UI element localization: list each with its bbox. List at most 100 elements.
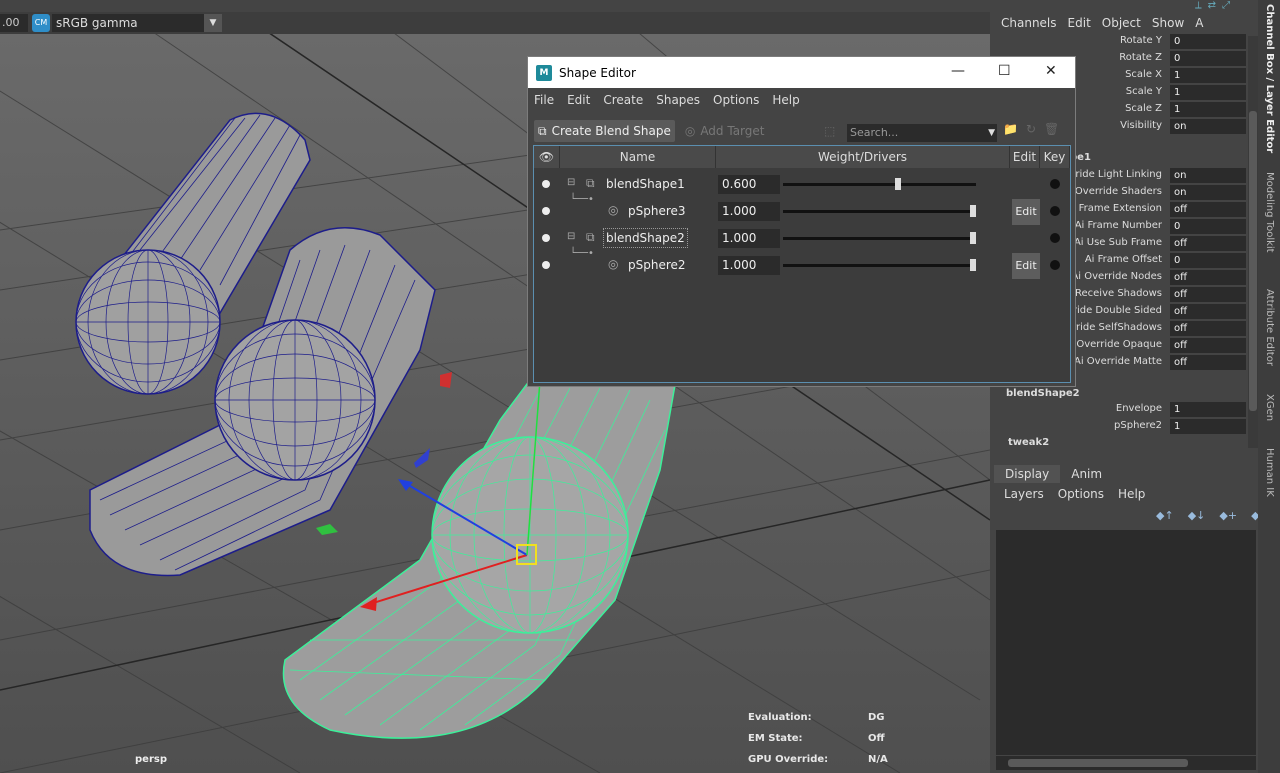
side-tab-attribute-editor[interactable]: Attribute Editor (1258, 280, 1280, 375)
table-row-blendshape2[interactable]: ⊟ ⧉ blendShape2 1.000 (534, 225, 1070, 252)
column-edit[interactable]: Edit (1010, 146, 1040, 168)
edit-target-button[interactable]: Edit (1012, 253, 1040, 279)
visibility-eye-icon[interactable]: 👁 (534, 146, 560, 168)
blend-shape-table: 👁 Name Weight/Drivers Edit Key ⊟ ⧉ blend… (533, 145, 1071, 383)
frame-value-field[interactable]: .00 (0, 14, 28, 32)
add-target-button[interactable]: ◎ Add Target (685, 120, 765, 142)
shape-editor-window[interactable]: M Shape Editor — ☐ ✕ File Edit Create Sh… (527, 56, 1076, 387)
menu-show[interactable]: Show (1152, 16, 1184, 34)
collapse-icon[interactable]: ⊟ (567, 177, 575, 188)
key-button[interactable] (1050, 233, 1060, 243)
channel-box-scrollbar[interactable] (1248, 36, 1258, 448)
weight-slider[interactable] (783, 259, 976, 271)
new-folder-icon[interactable]: 📁 (1003, 122, 1018, 136)
visibility-toggle[interactable] (542, 234, 550, 242)
menu-channels[interactable]: Channels (1001, 16, 1057, 34)
viewport-toolbar: .00 CM sRGB gamma ▼ (0, 0, 990, 34)
channel-row[interactable]: Envelope 1 (990, 402, 1248, 418)
layer-editor-tabs: Display Anim (994, 465, 1113, 483)
menu-options[interactable]: Options (1058, 487, 1104, 501)
visibility-toggle[interactable] (542, 207, 550, 215)
side-tab-channel-box[interactable]: Channel Box / Layer Editor (1258, 4, 1280, 154)
visibility-toggle[interactable] (542, 180, 550, 188)
table-row-blendshape1[interactable]: ⊟ ⧉ blendShape1 0.600 (534, 171, 1070, 198)
layout-icon-3[interactable]: ⤢ (1222, 0, 1230, 11)
channel-row[interactable]: pSphere2 1 (990, 419, 1248, 435)
weight-slider[interactable] (783, 205, 976, 217)
table-row-psphere3[interactable]: └──• ◎ pSphere3 1.000 Edit (534, 194, 1070, 225)
hud-evaluation-label: Evaluation: (748, 712, 812, 723)
tab-display[interactable]: Display (994, 465, 1061, 483)
panel-layout-icons: ⟂ ⇄ ⤢ (1195, 0, 1230, 11)
colormanagement-icon[interactable]: CM (32, 14, 50, 32)
close-button[interactable]: ✕ (1045, 63, 1057, 79)
channel-row[interactable]: Rotate Y0 (990, 34, 1248, 50)
side-tab-human-ik[interactable]: Human IK (1258, 442, 1280, 502)
target-shape-icon: ◎ (608, 203, 619, 217)
weight-slider[interactable] (783, 232, 976, 244)
refresh-icon[interactable]: ↻ (1026, 122, 1036, 136)
side-tab-strip: Channel Box / Layer Editor Modeling Tool… (1258, 0, 1280, 773)
slider-knob[interactable] (970, 205, 976, 217)
maximize-button[interactable]: ☐ (998, 63, 1011, 79)
weight-field[interactable]: 1.000 (718, 256, 780, 275)
edit-target-button[interactable]: Edit (1012, 199, 1040, 225)
hud-evaluation-value: DG (868, 712, 885, 723)
menu-help[interactable]: Help (772, 93, 799, 107)
slider-knob[interactable] (970, 259, 976, 271)
weight-field[interactable]: 1.000 (718, 202, 780, 221)
camera-name: persp (135, 754, 167, 765)
slider-knob[interactable] (895, 178, 902, 190)
tweak2-node-header[interactable]: tweak2 (1008, 437, 1049, 448)
layout-icon-2[interactable]: ⇄ (1208, 0, 1216, 11)
key-button[interactable] (1050, 260, 1060, 270)
menu-object[interactable]: Object (1102, 16, 1141, 34)
layout-icon[interactable]: ⟂ (1195, 0, 1202, 11)
blendshape2-node-header[interactable]: blendShape2 (1006, 388, 1080, 399)
move-layer-down-icon[interactable]: ◆↓ (1188, 509, 1206, 522)
menu-shapes[interactable]: Shapes (656, 93, 700, 107)
menu-edit[interactable]: Edit (1068, 16, 1091, 34)
key-button[interactable] (1050, 179, 1060, 189)
layer-editor-menu: Layers Options Help (1004, 487, 1145, 501)
weight-slider[interactable] (783, 178, 976, 190)
menu-help[interactable]: Help (1118, 487, 1145, 501)
menu-a[interactable]: A (1195, 16, 1203, 34)
slider-knob[interactable] (970, 232, 976, 244)
search-input[interactable]: Search... ▼ (847, 124, 997, 142)
table-row-psphere2[interactable]: └──• ◎ pSphere2 1.000 Edit (534, 248, 1070, 279)
menu-create[interactable]: Create (603, 93, 643, 107)
weight-field[interactable]: 1.000 (718, 229, 780, 248)
menu-layers[interactable]: Layers (1004, 487, 1044, 501)
menu-options[interactable]: Options (713, 93, 759, 107)
new-layer-icon[interactable]: ◆+ (1219, 509, 1237, 522)
create-blend-shape-button[interactable]: ⧉ Create Blend Shape (534, 120, 675, 142)
move-layer-up-icon[interactable]: ◆↑ (1156, 509, 1174, 522)
side-tab-xgen[interactable]: XGen (1258, 390, 1280, 425)
column-name[interactable]: Name (560, 146, 716, 168)
collapse-icon[interactable]: ⊟ (567, 231, 575, 242)
layer-horizontal-scrollbar[interactable] (996, 756, 1256, 770)
channel-box-menu: Channels Edit Object Show A (990, 16, 1260, 34)
column-key[interactable]: Key (1040, 146, 1070, 168)
menu-file[interactable]: File (534, 93, 554, 107)
side-tab-modeling-toolkit[interactable]: Modeling Toolkit (1258, 162, 1280, 262)
chevron-down-icon[interactable]: ▼ (204, 14, 222, 32)
trash-icon[interactable]: 🗑 (1044, 122, 1059, 136)
layer-list-area[interactable] (996, 530, 1256, 755)
column-weight-drivers[interactable]: Weight/Drivers (716, 146, 1010, 168)
menu-edit[interactable]: Edit (567, 93, 590, 107)
hud-em-state-label: EM State: (748, 733, 803, 744)
hud-em-state-value: Off (868, 733, 885, 744)
chevron-down-icon[interactable]: ▼ (988, 124, 995, 142)
shape-editor-titlebar[interactable]: M Shape Editor — ☐ ✕ (528, 57, 1075, 88)
filter-icon[interactable]: ⬚ (824, 124, 835, 138)
shape-editor-toolbar: ⧉ Create Blend Shape ◎ Add Target (534, 120, 764, 142)
weight-field[interactable]: 0.600 (718, 175, 780, 194)
key-button[interactable] (1050, 206, 1060, 216)
minimize-button[interactable]: — (951, 63, 965, 79)
visibility-toggle[interactable] (542, 261, 550, 269)
tab-anim[interactable]: Anim (1060, 465, 1113, 483)
tree-connector: └──• (570, 248, 594, 259)
colorspace-dropdown[interactable]: sRGB gamma ▼ (52, 14, 222, 32)
